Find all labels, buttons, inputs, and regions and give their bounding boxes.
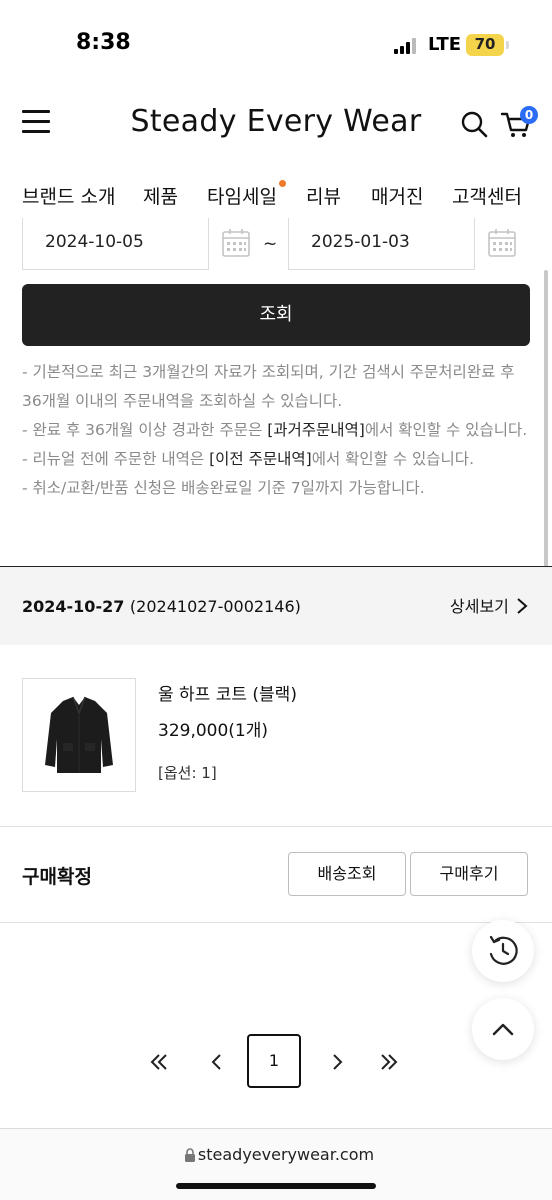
network-label: LTE <box>428 34 462 55</box>
calendar-icon[interactable] <box>222 228 250 258</box>
notice-line: - 기본적으로 최근 3개월간의 자료가 조회되며, 기간 검색시 주문처리완료… <box>22 363 515 410</box>
notice-line: - 리뉴얼 전에 주문한 내역은 [이전 주문내역]에서 확인할 수 있습니다. <box>22 450 474 468</box>
product-price: 329,000(1개) <box>158 721 269 741</box>
first-page-icon[interactable] <box>148 1052 170 1072</box>
chevron-right-icon[interactable] <box>516 597 528 615</box>
end-date-field[interactable]: 2025-01-03 <box>288 218 475 270</box>
site-header: Steady Every Wear 0 <box>0 90 552 160</box>
main-nav: 브랜드 소개 제품 타임세일 리뷰 매거진 고객센터 <box>0 178 552 218</box>
notice-line: - 취소/교환/반품 신청은 배송완료일 기준 7일까지 가능합니다. <box>22 479 425 497</box>
last-page-icon[interactable] <box>378 1052 400 1072</box>
product-thumbnail[interactable] <box>22 678 136 792</box>
write-review-button[interactable]: 구매후기 <box>410 852 528 896</box>
nav-item-products[interactable]: 제품 <box>143 182 178 209</box>
date-separator: ~ <box>263 234 278 254</box>
prev-page-icon[interactable] <box>206 1052 228 1072</box>
new-indicator-dot <box>279 180 286 187</box>
recent-history-button[interactable] <box>472 920 534 982</box>
product-option: [옵션: 1] <box>158 764 217 782</box>
nav-item-magazine[interactable]: 매거진 <box>371 182 423 209</box>
order-notice: - 기본적으로 최근 3개월간의 자료가 조회되며, 기간 검색시 주문처리완료… <box>22 358 532 503</box>
battery-cap <box>506 41 509 49</box>
past-orders-link[interactable]: [과거주문내역] <box>267 421 365 439</box>
status-bar: 8:38 LTE 70 <box>0 0 552 90</box>
calendar-icon[interactable] <box>488 228 516 258</box>
order-detail-link[interactable]: 상세보기 <box>450 593 509 617</box>
status-time: 8:38 <box>76 30 131 55</box>
track-delivery-button[interactable]: 배송조회 <box>288 852 406 896</box>
page-number-current[interactable]: 1 <box>247 1034 301 1088</box>
order-date: 2024-10-27 (20241027-0002146) <box>22 597 301 616</box>
search-button[interactable]: 조회 <box>22 284 530 346</box>
start-date-field[interactable]: 2024-10-05 <box>22 218 209 270</box>
pagination: 1 <box>0 1034 552 1090</box>
home-indicator[interactable] <box>176 1183 376 1189</box>
browser-url-bar[interactable]: steadyeverywear.com <box>0 1128 552 1200</box>
signal-icon <box>394 38 420 54</box>
nav-item-support[interactable]: 고객센터 <box>452 182 522 209</box>
previous-orders-link[interactable]: [이전 주문내역] <box>209 450 312 468</box>
cart-count-badge: 0 <box>520 106 538 124</box>
search-icon[interactable] <box>460 110 488 138</box>
divider <box>0 826 552 827</box>
divider <box>0 922 552 923</box>
order-status: 구매확정 <box>22 866 92 888</box>
history-icon <box>489 935 518 965</box>
nav-item-timesale[interactable]: 타임세일 <box>207 182 277 209</box>
nav-item-review[interactable]: 리뷰 <box>306 182 341 209</box>
battery-level: 70 <box>474 35 496 53</box>
coat-image <box>45 696 113 773</box>
next-page-icon[interactable] <box>326 1052 348 1072</box>
order-header: 2024-10-27 (20241027-0002146) 상세보기 <box>0 567 552 645</box>
nav-item-brand[interactable]: 브랜드 소개 <box>22 182 115 209</box>
notice-line: - 완료 후 36개월 이상 경과한 주문은 [과거주문내역]에서 확인할 수 … <box>22 421 528 439</box>
order-number: (20241027-0002146) <box>129 597 301 616</box>
battery-icon: 70 <box>466 34 504 56</box>
product-name[interactable]: 울 하프 코트 (블랙) <box>158 680 297 705</box>
url-text: steadyeverywear.com <box>197 1145 375 1164</box>
